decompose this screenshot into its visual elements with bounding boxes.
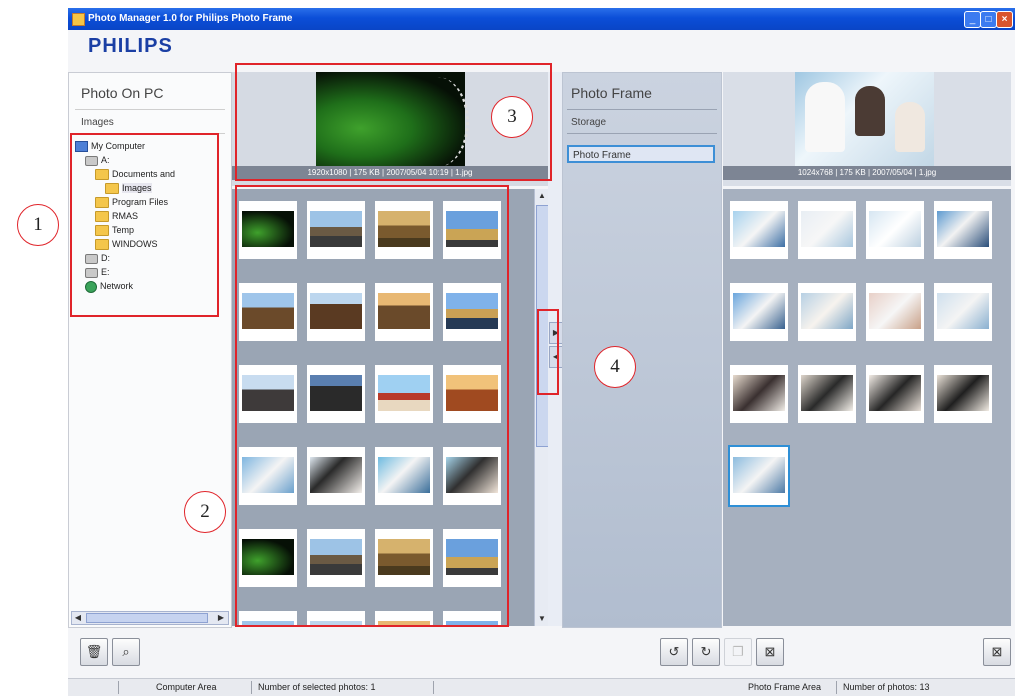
philips-logo: PHILIPS — [88, 35, 173, 57]
frame-list-item[interactable]: Photo Frame — [567, 145, 715, 163]
photo-thumbnail[interactable] — [866, 283, 924, 341]
scrollbar-thumb[interactable] — [86, 613, 208, 623]
rotate-right-icon[interactable]: ↻ — [692, 638, 720, 666]
minimize-button[interactable]: _ — [964, 11, 981, 28]
app-icon — [72, 13, 85, 26]
photo-image — [869, 293, 921, 329]
close-panel-icon[interactable]: ⊠ — [983, 638, 1011, 666]
maximize-button[interactable]: □ — [980, 11, 997, 28]
photo-image — [801, 293, 853, 329]
photo-thumbnail[interactable] — [934, 283, 992, 341]
photo-image — [733, 457, 785, 493]
scroll-down-icon[interactable]: ▼ — [535, 612, 549, 626]
photo-thumbnail[interactable] — [798, 201, 856, 259]
scroll-left-icon[interactable]: ◀ — [72, 612, 84, 623]
recycle-bin-icon[interactable]: 🗑 — [80, 638, 108, 666]
photo-image — [733, 293, 785, 329]
window-title: Photo Manager 1.0 for Philips Photo Fram… — [88, 13, 293, 24]
divider — [75, 109, 225, 110]
bottom-toolbar: 🗑 ⌕ ↺ ↻ ❐ ⊠ ⊠ — [68, 628, 1015, 670]
photo-thumbnail[interactable] — [934, 365, 992, 423]
photo-thumbnail[interactable] — [730, 283, 788, 341]
delete-photo-icon[interactable]: ⊠ — [756, 638, 784, 666]
status-bar: Computer Area Number of selected photos:… — [68, 678, 1015, 696]
annotation-box-4 — [537, 309, 559, 395]
pc-selected-count: Number of selected photos: 1 — [258, 682, 376, 692]
annotation-number-2: 2 — [184, 491, 226, 533]
divider — [567, 109, 717, 110]
pc-grid-vertical-scrollbar[interactable]: ▲ ▼ — [534, 189, 549, 626]
rotate-left-icon[interactable]: ↺ — [660, 638, 688, 666]
photo-image — [733, 375, 785, 411]
title-bar: Photo Manager 1.0 for Philips Photo Fram… — [68, 8, 1015, 30]
frame-area-label: Photo Frame Area — [748, 682, 822, 692]
photo-image — [801, 211, 853, 247]
frame-preview-area: 1024x768 | 175 KB | 2007/05/04 | 1.jpg — [723, 72, 1011, 186]
divider — [567, 133, 717, 134]
computer-area-label: Computer Area — [156, 682, 217, 692]
scroll-right-icon[interactable]: ▶ — [215, 612, 227, 623]
close-button[interactable]: × — [996, 11, 1013, 28]
frame-panel-subheader: Storage — [571, 117, 607, 128]
photo-thumbnail[interactable] — [730, 447, 788, 505]
photo-image — [869, 211, 921, 247]
search-icon[interactable]: ⌕ — [112, 638, 140, 666]
pc-panel-header: Photo On PC — [81, 85, 164, 101]
annotation-number-4: 4 — [594, 346, 636, 388]
copy-icon: ❐ — [724, 638, 752, 666]
frame-thumbnail-grid[interactable] — [723, 189, 1011, 626]
annotation-number-3: 3 — [491, 96, 533, 138]
photo-thumbnail[interactable] — [866, 365, 924, 423]
annotation-number-1: 1 — [17, 204, 59, 246]
photo-image — [937, 293, 989, 329]
photo-thumbnail[interactable] — [934, 201, 992, 259]
annotation-box-2 — [235, 185, 509, 627]
frame-panel: Photo Frame Storage Photo Frame — [562, 72, 722, 628]
photo-image — [801, 375, 853, 411]
photo-image — [937, 375, 989, 411]
photo-thumbnail[interactable] — [798, 283, 856, 341]
photo-thumbnail[interactable] — [866, 201, 924, 259]
annotation-box-1 — [70, 133, 219, 317]
photo-image — [733, 211, 785, 247]
tree-horizontal-scrollbar[interactable]: ◀ ▶ — [71, 611, 229, 625]
preview-image — [795, 72, 934, 166]
photo-thumbnail[interactable] — [730, 201, 788, 259]
scroll-up-icon[interactable]: ▲ — [535, 189, 549, 203]
frame-preview-info: 1024x768 | 175 KB | 2007/05/04 | 1.jpg — [723, 166, 1011, 180]
photo-image — [869, 375, 921, 411]
pc-panel-subheader: Images — [81, 117, 114, 128]
photo-thumbnail[interactable] — [798, 365, 856, 423]
photo-image — [937, 211, 989, 247]
frame-photo-count: Number of photos: 13 — [843, 682, 930, 692]
frame-panel-header: Photo Frame — [571, 85, 652, 101]
photo-thumbnail[interactable] — [730, 365, 788, 423]
